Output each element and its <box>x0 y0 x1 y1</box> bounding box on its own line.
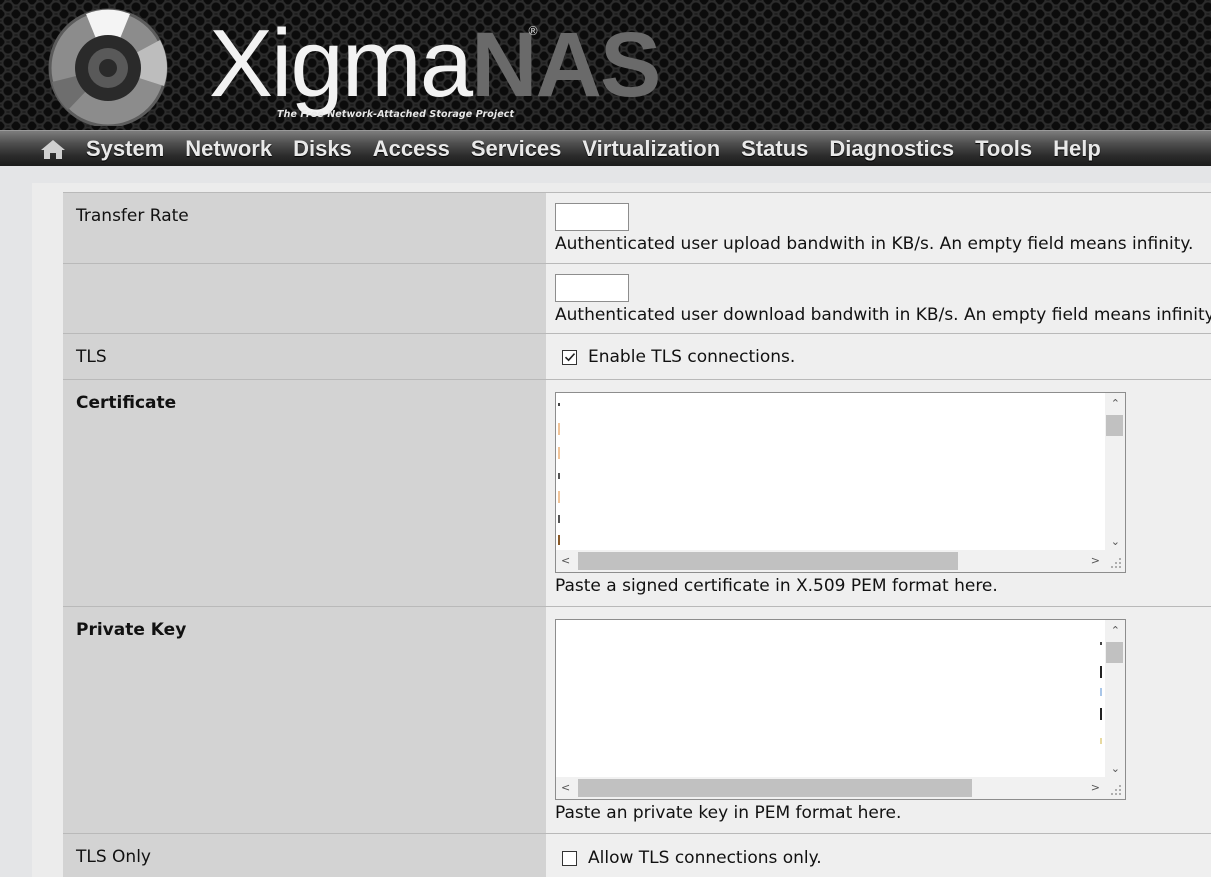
resize-grip-icon[interactable] <box>1103 777 1125 799</box>
enable-tls-label[interactable]: Enable TLS connections. <box>588 347 795 367</box>
certificate-vertical-scrollbar[interactable]: ⌃ ⌄ <box>1105 393 1125 551</box>
download-bandwidth-desc: Authenticated user download bandwith in … <box>555 305 1211 325</box>
scroll-up-arrow-icon[interactable]: ⌃ <box>1111 398 1120 409</box>
nav-status[interactable]: Status <box>741 136 808 162</box>
transfer-rate-download-label <box>63 264 546 333</box>
scroll-up-arrow-icon[interactable]: ⌃ <box>1111 625 1120 636</box>
row-certificate: Certificate ⌃ ⌄ < > Paste a signed certi… <box>63 379 1211 606</box>
logo-suffix: NAS <box>471 14 661 116</box>
tls-only-cell: Allow TLS connections only. <box>546 834 1211 877</box>
scroll-left-arrow-icon[interactable]: < <box>561 555 570 566</box>
transfer-rate-upload-cell: Authenticated user upload bandwith in KB… <box>546 193 1211 263</box>
scroll-down-arrow-icon[interactable]: ⌄ <box>1111 536 1120 547</box>
header-banner: XigmaNAS ® The Free Network-Attached Sto… <box>0 0 1211 130</box>
upload-bandwidth-input[interactable] <box>555 203 629 231</box>
row-tls: TLS Enable TLS connections. <box>63 333 1211 379</box>
certificate-desc: Paste a signed certificate in X.509 PEM … <box>555 576 998 596</box>
logo-wordmark: XigmaNAS <box>209 14 661 116</box>
private-key-horizontal-scrollbar[interactable]: < > <box>556 777 1105 799</box>
tls-only-checkbox[interactable] <box>562 850 577 866</box>
scroll-right-arrow-icon[interactable]: > <box>1091 782 1100 793</box>
resize-grip-glyph <box>1111 558 1121 568</box>
home-icon <box>41 139 65 159</box>
tls-only-checkbox-label[interactable]: Allow TLS connections only. <box>588 848 822 868</box>
enable-tls-checkbox[interactable] <box>562 349 577 365</box>
nav-access[interactable]: Access <box>373 136 450 162</box>
nav-help[interactable]: Help <box>1053 136 1101 162</box>
scroll-down-arrow-icon[interactable]: ⌄ <box>1111 763 1120 774</box>
nav-diagnostics[interactable]: Diagnostics <box>829 136 954 162</box>
private-key-label: Private Key <box>63 607 546 833</box>
checkmark-icon <box>564 353 575 362</box>
nav-services[interactable]: Services <box>471 136 562 162</box>
certificate-horizontal-thumb[interactable] <box>578 552 958 570</box>
private-key-textarea[interactable]: ⌃ ⌄ < > <box>555 619 1126 800</box>
download-bandwidth-input[interactable] <box>555 274 629 302</box>
scroll-left-arrow-icon[interactable]: < <box>561 782 570 793</box>
private-key-vertical-scrollbar[interactable]: ⌃ ⌄ <box>1105 620 1125 778</box>
resize-grip-glyph <box>1111 785 1121 795</box>
private-key-desc: Paste an private key in PEM format here. <box>555 803 902 823</box>
upload-bandwidth-desc: Authenticated user upload bandwith in KB… <box>555 234 1194 254</box>
xigmanas-logo[interactable]: XigmaNAS <box>46 6 661 126</box>
nav-home-button[interactable] <box>40 138 66 160</box>
row-tls-only: TLS Only Allow TLS connections only. <box>63 833 1211 877</box>
nav-virtualization[interactable]: Virtualization <box>582 136 720 162</box>
tls-only-label: TLS Only <box>63 834 546 877</box>
transfer-rate-label: Transfer Rate <box>63 193 546 263</box>
row-transfer-rate-download: Authenticated user download bandwith in … <box>63 263 1211 333</box>
resize-grip-icon[interactable] <box>1103 550 1125 572</box>
private-key-cell: ⌃ ⌄ < > Paste an private key in PEM form… <box>546 607 1211 833</box>
private-key-horizontal-thumb[interactable] <box>578 779 972 797</box>
main-nav: System Network Disks Access Services Vir… <box>0 130 1211 166</box>
certificate-textarea[interactable]: ⌃ ⌄ < > <box>555 392 1126 573</box>
logo-prefix: Xigma <box>209 10 473 117</box>
tls-label: TLS <box>63 334 546 379</box>
row-private-key: Private Key ⌃ ⌄ < > Paste an private key… <box>63 606 1211 833</box>
nav-network[interactable]: Network <box>185 136 272 162</box>
private-key-vertical-thumb[interactable] <box>1106 642 1123 663</box>
certificate-vertical-thumb[interactable] <box>1106 415 1123 436</box>
row-transfer-rate-upload: Transfer Rate Authenticated user upload … <box>63 192 1211 263</box>
transfer-rate-download-cell: Authenticated user download bandwith in … <box>546 264 1211 333</box>
tls-only-checkbox-group: Allow TLS connections only. <box>562 848 822 868</box>
certificate-cell: ⌃ ⌄ < > Paste a signed certificate in X.… <box>546 380 1211 606</box>
registered-mark: ® <box>527 24 539 38</box>
nav-disks[interactable]: Disks <box>293 136 352 162</box>
certificate-label: Certificate <box>63 380 546 606</box>
nav-tools[interactable]: Tools <box>975 136 1032 162</box>
nav-system[interactable]: System <box>86 136 164 162</box>
certificate-horizontal-scrollbar[interactable]: < > <box>556 550 1105 572</box>
logo-tagline: The Free Network-Attached Storage Projec… <box>277 109 515 120</box>
tls-checkbox-group: Enable TLS connections. <box>562 347 795 367</box>
logo-emblem-icon <box>48 8 168 126</box>
tls-cell: Enable TLS connections. <box>546 334 1211 379</box>
scroll-right-arrow-icon[interactable]: > <box>1091 555 1100 566</box>
